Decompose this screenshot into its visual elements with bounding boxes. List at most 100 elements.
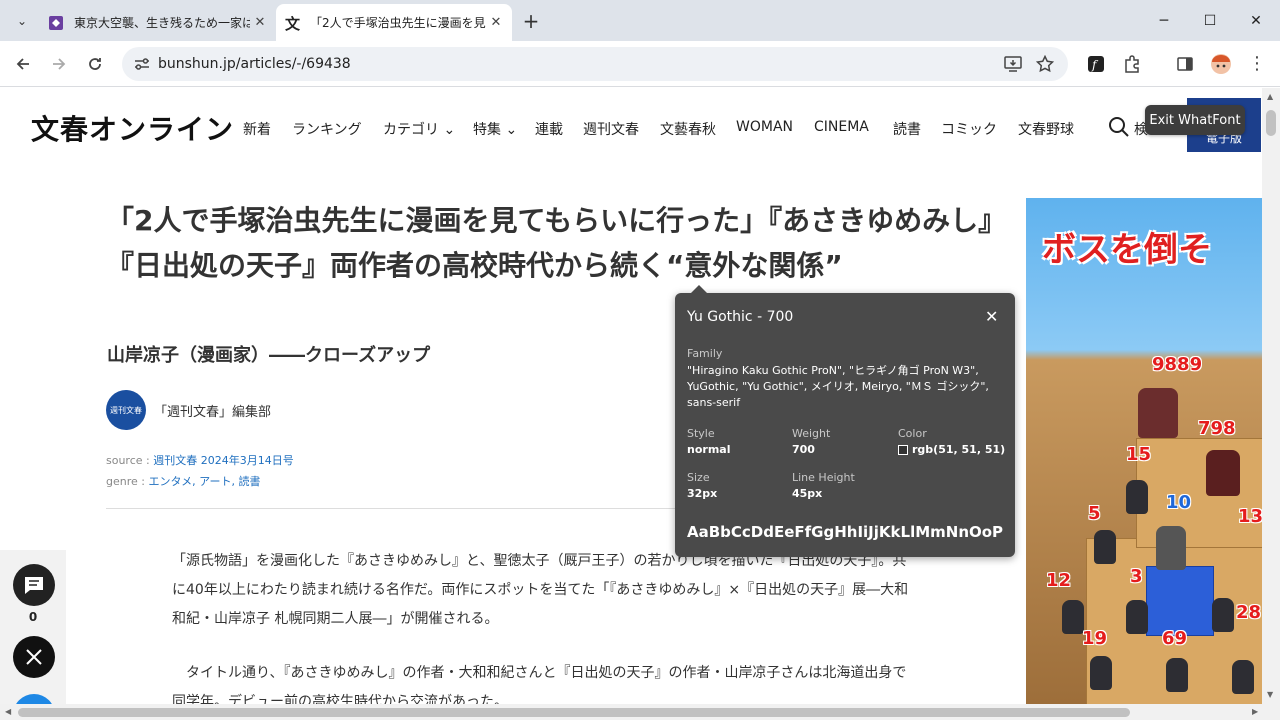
nav-item-comic[interactable]: コミック [941,119,997,139]
kebab-menu-icon: ⋮ [1248,53,1266,74]
ad-number: 13 [1238,506,1262,527]
article-subtitle: 山岸凉子（漫画家）――クローズアップ [107,345,431,366]
scroll-right-icon[interactable]: ▶ [1252,707,1258,716]
bookmark-star-icon[interactable] [1036,55,1054,73]
share-button[interactable] [13,694,55,704]
back-button[interactable] [8,49,38,79]
chevron-down-icon: ⌄ [16,14,28,28]
forward-button[interactable] [44,49,74,79]
ad-number: 28 [1236,602,1262,623]
address-bar[interactable]: bunshun.jp/articles/-/69438 [122,47,1068,81]
whatfont-extension-button[interactable]: f [1081,49,1111,79]
ad-number: 3 [1130,566,1143,587]
source-line: source : 週刊文春 2024年3月14日号 [106,452,294,468]
extensions-button[interactable] [1117,49,1147,79]
profile-button[interactable] [1206,49,1236,79]
scrollbar-thumb[interactable] [1266,110,1276,136]
close-tab-icon[interactable]: ✕ [250,13,270,33]
new-tab-button[interactable]: + [518,8,544,34]
tab-strip: ⌄ 東京大空襲、生き残るため一家は ✕ 文 「2人で手塚治虫先生に漫画を見て ✕… [0,0,1280,41]
lineheight-value: 45px [792,487,823,500]
site-logo[interactable]: 文春オンライン [31,108,234,148]
share-x-button[interactable] [13,636,55,678]
genre-links[interactable]: エンタメ, アート, 読書 [148,475,260,488]
browser-menu-button[interactable]: ⋮ [1242,49,1272,79]
scroll-down-icon[interactable]: ▼ [1267,690,1273,699]
site-info-icon[interactable] [134,57,150,71]
search-icon[interactable] [1108,116,1130,138]
ad-number: 19 [1082,628,1108,649]
nav-item-feature[interactable]: 特集 ⌄ [473,119,517,139]
avatar [1211,54,1231,74]
vertical-scrollbar[interactable]: ▲ ▼ [1262,88,1280,704]
article-paragraph-2: タイトル通り、『あさきゆめみし』の作者・大和和紀さんと『日出処の天子』の作者・山… [172,665,907,704]
close-window-button[interactable]: ✕ [1233,0,1279,41]
comment-count: 0 [28,610,38,624]
browser-toolbar: bunshun.jp/articles/-/69438 f ⋮ [0,41,1280,87]
tab-title: 「2人で手塚治虫先生に漫画を見て [310,16,486,30]
url-text: bunshun.jp/articles/-/69438 [158,56,351,72]
nav-item-category[interactable]: カテゴリ ⌄ [383,119,455,139]
article-title: 「2人で手塚治虫先生に漫画を見てもらいに行った」『あさきゆめみし』『日出処の天子… [106,204,993,282]
ad-block [1146,566,1214,636]
advertisement[interactable]: ボスを倒そ 9889 798 15 10 5 13 12 3 28 19 69 [1026,198,1262,704]
ad-number: 12 [1046,570,1072,591]
ad-headline: ボスを倒そ [1042,230,1212,270]
source-label: source : [106,454,154,467]
ad-number: 9889 [1152,354,1203,375]
tab-search-button[interactable]: ⌄ [8,8,36,34]
maximize-button[interactable]: ☐ [1187,0,1233,41]
nav-item-new[interactable]: 新着 [243,119,271,139]
nav-item-woman[interactable]: WOMAN [736,119,793,135]
ad-number: 798 [1198,418,1236,439]
close-icon[interactable]: ✕ [985,307,998,326]
exit-whatfont-button[interactable]: Exit WhatFont [1145,105,1245,135]
scrollbar-thumb[interactable] [18,708,1130,717]
tab-2-active[interactable]: 文 「2人で手塚治虫先生に漫画を見て ✕ [276,4,512,41]
tab-title: 東京大空襲、生き残るため一家は [74,16,250,30]
reload-icon [89,58,101,70]
author-logo[interactable]: 週刊文春 [106,390,146,430]
ad-number: 15 [1126,444,1152,465]
puzzle-icon [1125,55,1139,73]
tab-1[interactable]: 東京大空襲、生き残るため一家は ✕ [40,4,276,41]
family-value: "Hiragino Kaku Gothic ProN", "ヒラギノ角ゴ Pro… [687,364,989,409]
article-paragraph-1: 「源氏物語」を漫画化した『あさきゆめみし』と、聖徳太子（厩戸王子）の若かりし頃を… [172,553,909,627]
author-name[interactable]: 「週刊文春」編集部 [154,401,271,420]
nav-item-ranking[interactable]: ランキング [292,119,362,139]
back-arrow-icon [16,58,29,70]
chevron-down-icon: ⌄ [501,122,518,138]
nav-item-reading[interactable]: 読書 [893,119,921,139]
horizontal-scrollbar[interactable]: ◀ ▶ [0,704,1280,720]
weight-value: 700 [792,443,815,456]
nav-item-baseball[interactable]: 文春野球 [1018,119,1074,139]
color-value: rgb(51, 51, 51) [898,443,1005,456]
x-logo-icon [26,649,42,665]
install-app-icon[interactable] [1004,56,1022,72]
nav-item-serial[interactable]: 連載 [535,119,563,139]
size-label: Size [687,471,710,484]
nav-label: カテゴリ [383,122,439,138]
favicon-icon [48,15,64,31]
font-sample: AaBbCcDdEeFfGgHhIiJjKkLlMmNnOoPp [687,523,1003,541]
web-page: 文春オンライン 新着 ランキング カテゴリ ⌄ 特集 ⌄ 連載 週刊文春 文藝春… [0,88,1262,704]
ad-block [1136,438,1262,548]
size-value: 32px [687,487,718,500]
comment-button[interactable] [13,564,55,606]
genre-label: genre : [106,475,149,488]
family-label: Family [687,347,723,360]
ad-figure [1156,526,1186,570]
reload-button[interactable] [80,49,110,79]
nav-item-bungeishunju[interactable]: 文藝春秋 [660,119,716,139]
side-panel-button[interactable] [1170,49,1200,79]
whatfont-icon: f [1088,56,1104,72]
forward-arrow-icon [53,58,66,70]
close-tab-icon[interactable]: ✕ [486,13,506,33]
nav-item-shukan-bunshun[interactable]: 週刊文春 [583,119,639,139]
nav-item-cinema[interactable]: CINEMA [814,119,869,135]
minimize-button[interactable]: ─ [1141,0,1187,41]
source-link[interactable]: 週刊文春 2024年3月14日号 [153,454,294,467]
scroll-up-icon[interactable]: ▲ [1267,92,1273,101]
scroll-left-icon[interactable]: ◀ [5,707,11,716]
ad-figure [1166,658,1188,692]
